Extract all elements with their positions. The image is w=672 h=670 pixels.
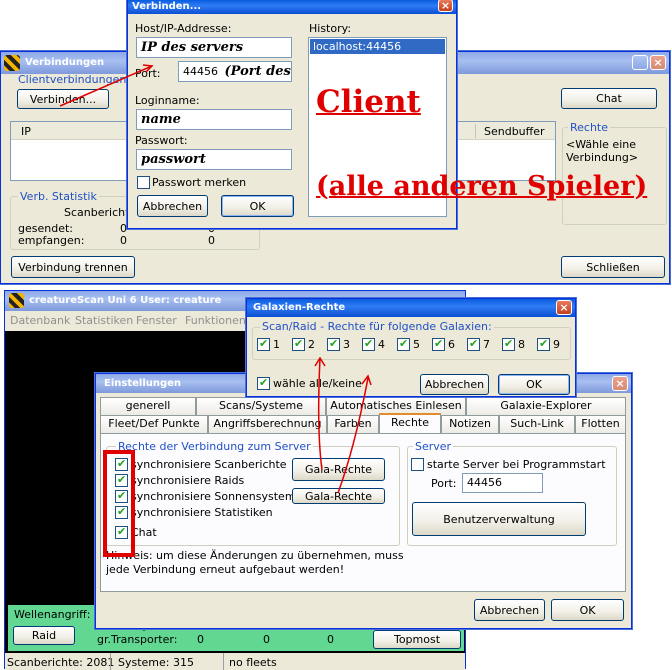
arrow-port bbox=[59, 65, 153, 107]
annotation-checkbox-highlight bbox=[103, 450, 135, 557]
arrow-gala-1 bbox=[317, 357, 323, 471]
annotation-arrows bbox=[59, 64, 372, 557]
arrow-gala-2 bbox=[337, 377, 369, 494]
